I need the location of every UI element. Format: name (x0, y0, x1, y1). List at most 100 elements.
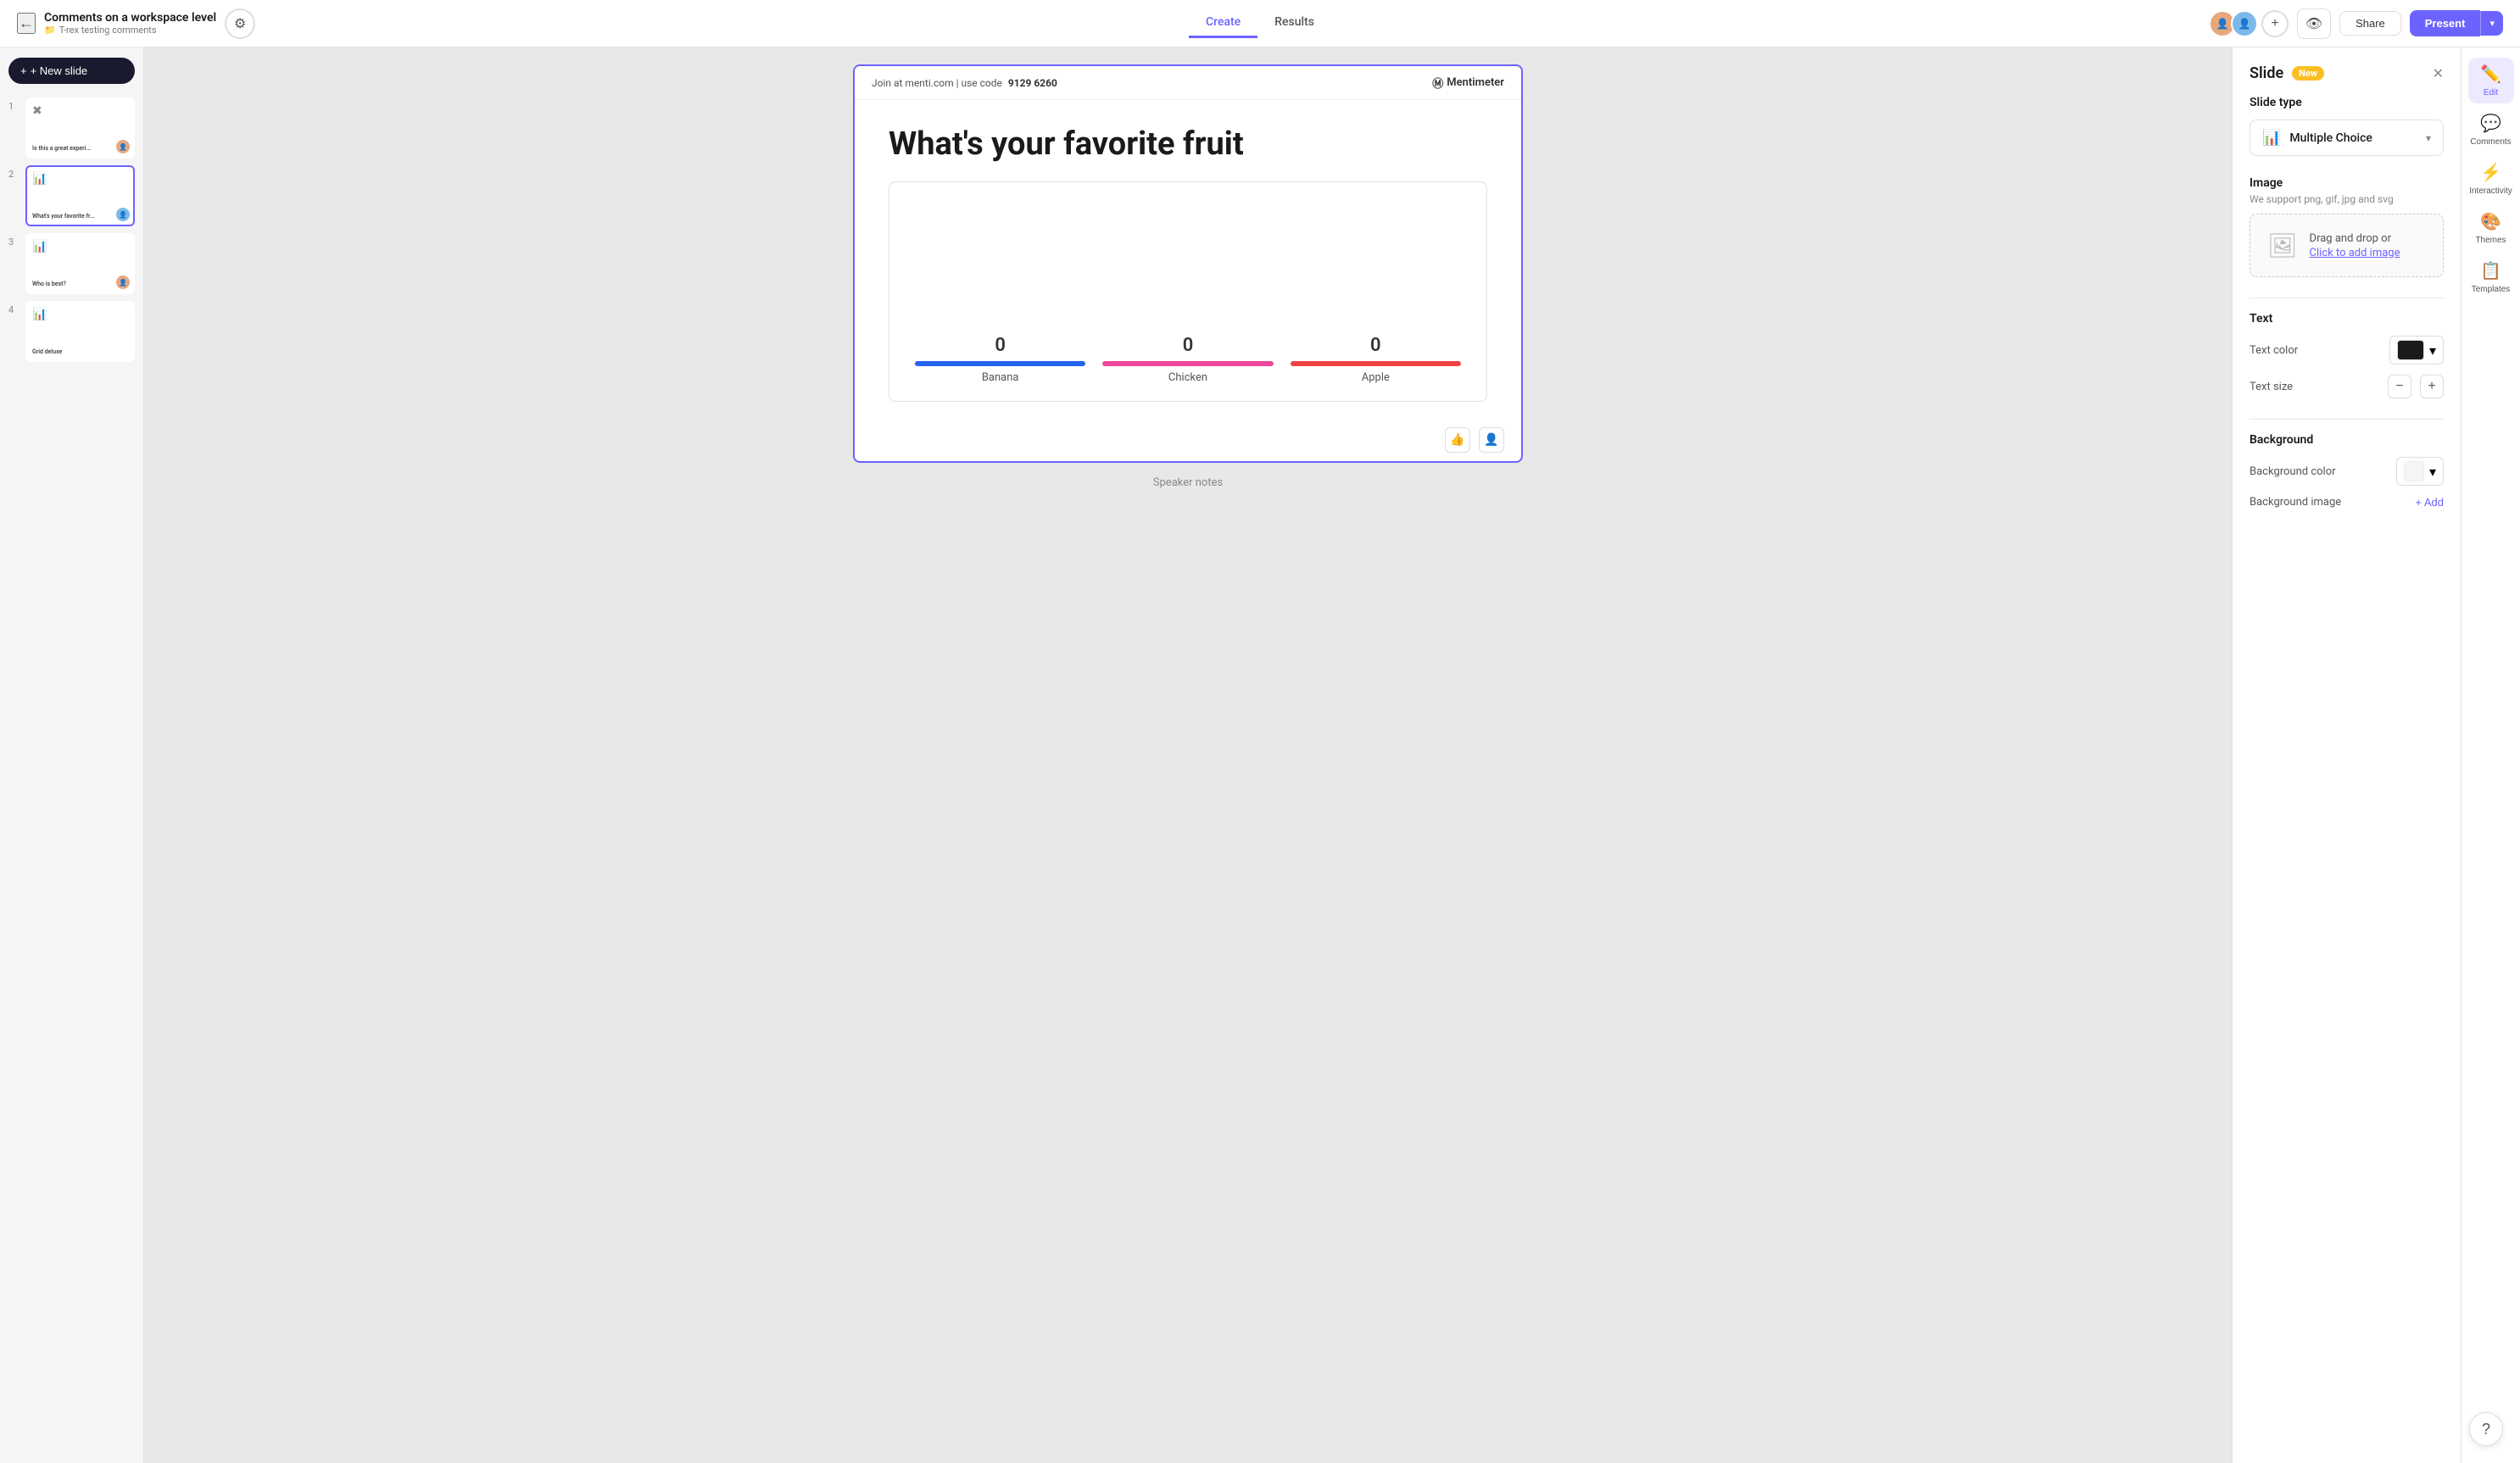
person-button[interactable]: 👤 (1479, 427, 1504, 453)
tool-themes-button[interactable]: 🎨 Themes (2468, 205, 2514, 251)
join-text: Join at menti.com | use code 9129 6260 (872, 77, 1057, 89)
dropzone-text: Drag and drop or Click to add image (2310, 232, 2400, 259)
comments-icon: 💬 (2480, 113, 2501, 134)
slide-item-1[interactable]: 1 ✖ Is this a great experi... 👤 (8, 97, 135, 159)
right-settings-panel: Slide New ✕ Slide type 📊 Multiple Choice… (2233, 47, 2461, 1463)
subtitle-text: T-rex testing comments (59, 25, 157, 36)
text-size-controls: − + (2388, 375, 2444, 398)
text-size-plus-button[interactable]: + (2420, 375, 2444, 398)
present-chevron-button[interactable]: ▾ (2480, 11, 2503, 36)
header-right: 👤 👤 + 👁 Share Present ▾ (1260, 8, 2503, 39)
close-panel-button[interactable]: ✕ (2433, 65, 2444, 82)
bg-color-picker[interactable]: ▾ (2396, 457, 2444, 486)
new-slide-button[interactable]: + + New slide (8, 58, 135, 84)
image-title: Image (2250, 176, 2444, 190)
text-title: Text (2250, 312, 2444, 325)
slide-type-dropdown[interactable]: 📊 Multiple Choice ▾ (2250, 120, 2444, 156)
add-icon: + (2271, 16, 2278, 31)
image-dropzone[interactable]: 🖼 Drag and drop or Click to add image (2250, 214, 2444, 277)
slide-number-3: 3 (8, 233, 19, 248)
slide-icon-2: 📊 (32, 172, 128, 186)
back-icon: ← (19, 14, 34, 32)
slide-icon-1: ✖ (32, 104, 128, 118)
slide-header-bar: Join at menti.com | use code 9129 6260 Ⓜ… (855, 66, 1521, 100)
right-tools: ✏️ Edit 💬 Comments ⚡ Interactivity 🎨 The… (2461, 47, 2520, 1463)
add-image-link[interactable]: Click to add image (2310, 247, 2400, 259)
bar-track-banana (915, 361, 1085, 366)
folder-icon: 📁 (44, 25, 56, 36)
add-slide-icon: + (20, 64, 27, 77)
back-button[interactable]: ← (17, 13, 36, 34)
tool-interactivity-button[interactable]: ⚡ Interactivity (2468, 156, 2514, 202)
themes-icon: 🎨 (2480, 211, 2501, 232)
slide-question[interactable]: What's your favorite fruit (889, 125, 1487, 164)
background-section: Background Background color ▾ Background… (2250, 433, 2444, 509)
slide-title-1: Is this a great experi... (32, 145, 128, 152)
share-button[interactable]: Share (2339, 11, 2401, 36)
text-color-row: Text color ▾ (2250, 336, 2444, 364)
bar-track-chicken (1102, 361, 1273, 366)
new-badge: New (2292, 66, 2324, 81)
slide-footer: 👍 👤 (855, 419, 1521, 461)
help-button[interactable]: ? (2469, 1412, 2503, 1446)
image-subtitle: We support png, gif, jpg and svg (2250, 193, 2444, 205)
menti-logo-text: Mentimeter (1447, 76, 1504, 89)
background-title: Background (2250, 433, 2444, 447)
thumbs-up-icon: 👍 (1450, 432, 1464, 447)
header-subtitle: 📁 T-rex testing comments (44, 25, 216, 36)
slide-thumb-3: 📊 Who is best? 👤 (25, 233, 135, 294)
text-size-label: Text size (2250, 381, 2293, 393)
present-button[interactable]: Present (2410, 10, 2481, 36)
slide-item-4[interactable]: 4 📊 Grid deluxe (8, 301, 135, 362)
bar-banana: 0 Banana (915, 335, 1085, 384)
text-color-picker[interactable]: ▾ (2389, 336, 2444, 364)
slide-title-2: What's your favorite fr... (32, 213, 128, 220)
tool-edit-button[interactable]: ✏️ Edit (2468, 58, 2514, 103)
tool-comments-label: Comments (2470, 137, 2511, 147)
thumbs-up-button[interactable]: 👍 (1445, 427, 1470, 453)
present-button-group: Present ▾ (2410, 10, 2503, 36)
tab-create[interactable]: Create (1189, 8, 1257, 38)
tab-results[interactable]: Results (1257, 8, 1331, 38)
header-title-group: Comments on a workspace level 📁 T-rex te… (44, 11, 216, 36)
bg-image-row: Background image + Add (2250, 496, 2444, 509)
bar-apple: 0 Apple (1291, 335, 1461, 384)
text-color-label: Text color (2250, 344, 2298, 357)
slide-item-2[interactable]: 2 📊 What's your favorite fr... 👤 (8, 165, 135, 226)
add-background-image-button[interactable]: + Add (2415, 496, 2444, 509)
settings-icon: ⚙ (234, 15, 246, 32)
settings-button[interactable]: ⚙ (225, 8, 255, 39)
help-icon: ? (2482, 1421, 2490, 1438)
person-icon: 👤 (1484, 432, 1498, 447)
bar-value-chicken: 0 (1183, 335, 1194, 356)
tool-edit-label: Edit (2484, 88, 2498, 97)
eye-icon: 👁 (2305, 15, 2322, 32)
slide-type-icon: 📊 (2262, 129, 2281, 147)
speaker-notes[interactable]: Speaker notes (1153, 476, 1223, 489)
slide-avatar-1: 👤 (116, 140, 130, 153)
slide-item-3[interactable]: 3 📊 Who is best? 👤 (8, 233, 135, 294)
main-layout: + + New slide 1 ✖ Is this a great experi… (0, 47, 2520, 1463)
edit-icon: ✏️ (2480, 64, 2501, 85)
interactivity-icon: ⚡ (2480, 162, 2501, 183)
text-color-swatch (2397, 340, 2424, 360)
header-nav: Create Results (1189, 8, 1331, 38)
text-size-minus-button[interactable]: − (2388, 375, 2411, 398)
tool-comments-button[interactable]: 💬 Comments (2468, 107, 2514, 153)
add-user-button[interactable]: + (2261, 10, 2289, 37)
bg-color-swatch (2404, 461, 2424, 481)
join-code: 9129 6260 (1008, 77, 1057, 89)
bg-color-row: Background color ▾ (2250, 457, 2444, 486)
slide-type-section: Slide type 📊 Multiple Choice ▾ (2250, 96, 2444, 156)
bar-value-banana: 0 (995, 335, 1006, 356)
tool-themes-label: Themes (2475, 236, 2506, 245)
image-placeholder-icon: 🖼 (2267, 231, 2298, 259)
slide-canvas[interactable]: Join at menti.com | use code 9129 6260 Ⓜ… (853, 64, 1523, 463)
tool-templates-button[interactable]: 📋 Templates (2468, 254, 2514, 300)
right-panel: Slide New ✕ Slide type 📊 Multiple Choice… (2232, 47, 2520, 1463)
bar-label-chicken: Chicken (1168, 371, 1207, 384)
bar-track-apple (1291, 361, 1461, 366)
templates-icon: 📋 (2480, 260, 2501, 281)
preview-button[interactable]: 👁 (2297, 8, 2331, 39)
header-title: Comments on a workspace level (44, 11, 216, 25)
